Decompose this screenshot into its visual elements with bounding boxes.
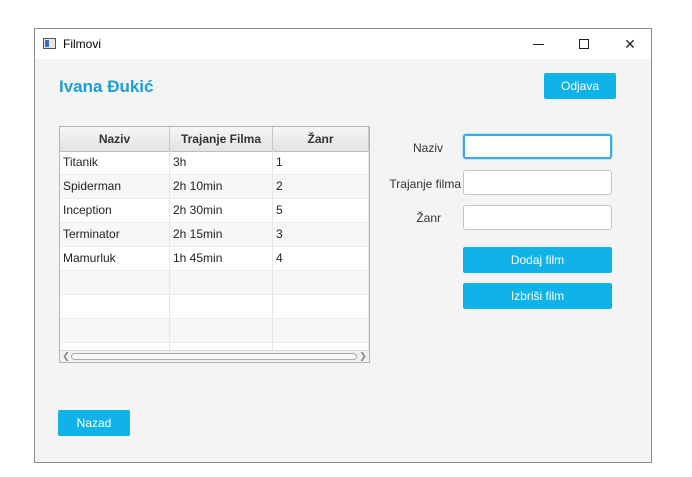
app-window: Filmovi ✕ Ivana Đukić Odjava Naziv Traja…: [34, 28, 652, 463]
cell-zanr: 4: [273, 247, 369, 270]
logout-button[interactable]: Odjava: [544, 73, 616, 99]
minimize-button[interactable]: [515, 29, 561, 59]
cell-naziv: Inception: [60, 199, 170, 222]
empty-row: [60, 295, 369, 319]
empty-cell: [170, 319, 273, 342]
add-film-button[interactable]: Dodaj film: [463, 247, 612, 273]
cell-naziv: Mamurluk: [60, 247, 170, 270]
maximize-icon: [579, 39, 589, 49]
cell-zanr: 5: [273, 199, 369, 222]
empty-cell: [273, 271, 369, 294]
scroll-right-icon[interactable]: ❯: [358, 351, 368, 362]
empty-cell: [273, 319, 369, 342]
table-row[interactable]: Inception 2h 30min 5: [60, 199, 369, 223]
empty-cell: [60, 271, 170, 294]
column-header-zanr[interactable]: Žanr: [273, 127, 369, 151]
zanr-input[interactable]: [463, 205, 612, 230]
cell-trajanje: 1h 45min: [170, 247, 273, 270]
naziv-label: Naziv: [412, 141, 443, 155]
scroll-left-icon[interactable]: ❮: [61, 351, 71, 362]
trajanje-label: Trajanje filma: [389, 177, 461, 191]
horizontal-scrollbar[interactable]: ❮ ❯: [60, 350, 369, 362]
cell-trajanje: 2h 30min: [170, 199, 273, 222]
user-name-heading: Ivana Đukić: [59, 77, 154, 96]
table-row[interactable]: Titanik 3h 1: [60, 151, 369, 175]
empty-row: [60, 319, 369, 343]
empty-cell: [170, 295, 273, 318]
cell-zanr: 3: [273, 223, 369, 246]
maximize-button[interactable]: [561, 29, 607, 59]
cell-trajanje: 2h 15min: [170, 223, 273, 246]
delete-film-button[interactable]: Izbriši film: [463, 283, 612, 309]
back-button[interactable]: Nazad: [58, 410, 130, 436]
scrollbar-thumb[interactable]: [71, 353, 357, 360]
cell-zanr: 1: [273, 151, 369, 174]
empty-cell: [60, 295, 170, 318]
empty-cell: [60, 319, 170, 342]
cell-trajanje: 3h: [170, 151, 273, 174]
table-row[interactable]: Mamurluk 1h 45min 4: [60, 247, 369, 271]
table-row[interactable]: Terminator 2h 15min 3: [60, 223, 369, 247]
empty-cell: [170, 271, 273, 294]
app-icon: [43, 38, 56, 49]
column-header-naziv[interactable]: Naziv: [60, 127, 170, 151]
trajanje-input[interactable]: [463, 170, 612, 195]
table-header: Naziv Trajanje Filma Žanr: [60, 127, 369, 152]
movies-table[interactable]: Naziv Trajanje Filma Žanr Titanik 3h 1 S…: [59, 126, 370, 363]
table-body: Titanik 3h 1 Spiderman 2h 10min 2 Incept…: [60, 151, 369, 362]
naziv-input[interactable]: [463, 134, 612, 159]
empty-row: [60, 271, 369, 295]
table-row[interactable]: Spiderman 2h 10min 2: [60, 175, 369, 199]
title-bar: Filmovi ✕: [35, 29, 651, 59]
cell-naziv: Spiderman: [60, 175, 170, 198]
window-title: Filmovi: [63, 37, 101, 51]
cell-naziv: Terminator: [60, 223, 170, 246]
empty-cell: [273, 295, 369, 318]
close-button[interactable]: ✕: [607, 29, 653, 59]
cell-zanr: 2: [273, 175, 369, 198]
close-icon: ✕: [624, 35, 636, 52]
minimize-icon: [532, 43, 544, 45]
zanr-label: Žanr: [416, 211, 441, 225]
column-header-trajanje[interactable]: Trajanje Filma: [170, 127, 273, 151]
cell-trajanje: 2h 10min: [170, 175, 273, 198]
cell-naziv: Titanik: [60, 151, 170, 174]
